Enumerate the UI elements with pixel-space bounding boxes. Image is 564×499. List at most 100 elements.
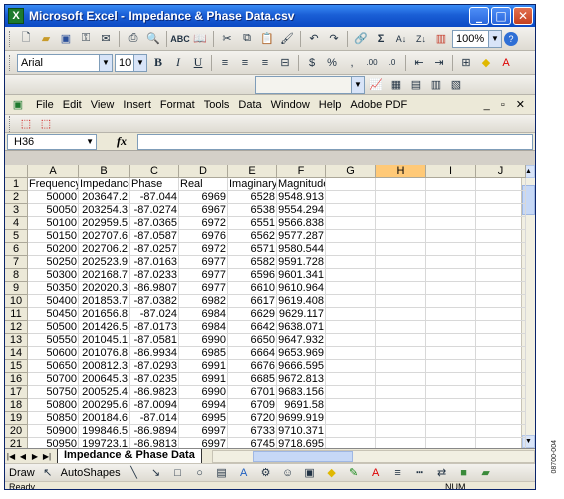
table-cell[interactable] [376,347,426,360]
column-header-h[interactable]: H [376,165,426,178]
copy-icon[interactable]: ⧉ [238,30,256,48]
table-cell[interactable] [426,399,476,412]
table-cell[interactable]: 50500 [28,321,79,334]
table-cell[interactable]: 9666.595 [277,360,326,373]
table-cell[interactable]: 6994 [179,399,228,412]
column-header-e[interactable]: E [228,165,277,178]
arrow-style-icon[interactable]: ⇄ [433,464,451,482]
table-cell[interactable] [376,334,426,347]
column-header-j[interactable]: J [476,165,526,178]
table-cell[interactable] [476,204,526,217]
column-header-f[interactable]: F [277,165,326,178]
align-left-icon[interactable]: ≡ [216,54,234,72]
table-cell[interactable] [426,282,476,295]
row-header[interactable]: 2 [5,191,28,204]
table-cell[interactable] [326,412,376,425]
minimize-button[interactable]: _ [469,7,489,25]
table-cell[interactable]: 50400 [28,295,79,308]
maximize-button[interactable]: □ [491,7,511,25]
table-cell[interactable] [376,217,426,230]
table-cell[interactable]: 6701 [228,386,277,399]
horizontal-scrollbar[interactable] [211,449,535,463]
table-cell[interactable]: 6629 [228,308,277,321]
table-cell[interactable]: -87.0274 [130,204,179,217]
header-cell[interactable]: Imaginary [228,178,277,191]
table-cell[interactable]: 202168.7 [79,269,130,282]
percent-icon[interactable]: % [323,54,341,72]
table-cell[interactable] [376,373,426,386]
save-icon[interactable]: ▣ [57,30,75,48]
print-icon[interactable]: ⎙ [124,30,142,48]
pivot-icon[interactable]: ▧ [447,76,465,94]
table-cell[interactable] [426,269,476,282]
textbox-icon[interactable]: ▤ [213,464,231,482]
new-icon[interactable]: 🗋 [17,30,35,48]
row-header[interactable]: 9 [5,282,28,295]
row-header[interactable]: 16 [5,373,28,386]
table-cell[interactable]: 6982 [179,295,228,308]
select-all-corner[interactable] [5,165,28,178]
table-cell[interactable] [326,243,376,256]
header-cell[interactable] [376,178,426,191]
row-header[interactable]: 12 [5,321,28,334]
column-header-b[interactable]: B [79,165,130,178]
table-cell[interactable] [476,412,526,425]
table-cell[interactable] [326,334,376,347]
oval-icon[interactable]: ○ [191,464,209,482]
table-cell[interactable]: 6984 [179,321,228,334]
table-cell[interactable]: 199723.1 [79,438,130,448]
table-cell[interactable] [476,438,526,448]
table-cell[interactable]: 50300 [28,269,79,282]
table-cell[interactable]: 6582 [228,256,277,269]
header-cell[interactable]: Phase [130,178,179,191]
table-icon[interactable]: ▦ [387,76,405,94]
table-cell[interactable]: -86.9813 [130,438,179,448]
table-cell[interactable]: 6984 [179,308,228,321]
table-cell[interactable]: 200184.6 [79,412,130,425]
column-header-a[interactable]: A [28,165,79,178]
spelling-icon[interactable]: ABC [170,30,190,48]
table-cell[interactable] [426,204,476,217]
table-cell[interactable]: 50000 [28,191,79,204]
print-preview-icon[interactable]: 🔍 [144,30,162,48]
table-cell[interactable] [376,438,426,448]
row-header[interactable]: 6 [5,243,28,256]
table-cell[interactable]: 6720 [228,412,277,425]
table-cell[interactable]: -87.0094 [130,399,179,412]
font-color-icon[interactable]: A [367,464,385,482]
table-cell[interactable]: -87.024 [130,308,179,321]
table-cell[interactable] [426,308,476,321]
toolbar-dropdown[interactable]: ▼ [255,75,365,94]
sort-ascending-icon[interactable]: A↓ [392,30,410,48]
row-header[interactable]: 3 [5,204,28,217]
table-cell[interactable]: 6972 [179,243,228,256]
excel-app-icon[interactable]: X [8,8,24,24]
fill-color-icon[interactable]: ◆ [477,54,495,72]
chevron-down-icon[interactable]: ▼ [488,30,501,47]
table-cell[interactable]: 9638.071 [277,321,326,334]
name-box[interactable]: H36 ▼ [7,133,97,150]
table-cell[interactable]: 50200 [28,243,79,256]
table-cell[interactable] [376,360,426,373]
table-cell[interactable]: 50900 [28,425,79,438]
document-window-controls[interactable]: _ ▫ ✕ [484,98,529,111]
chevron-down-icon[interactable]: ▼ [133,54,146,71]
table-cell[interactable]: 200295.6 [79,399,130,412]
table-cell[interactable] [376,191,426,204]
table-cell[interactable]: 6664 [228,347,277,360]
table-cell[interactable]: 50350 [28,282,79,295]
align-right-icon[interactable]: ≡ [256,54,274,72]
table-cell[interactable]: 6650 [228,334,277,347]
table-cell[interactable] [426,243,476,256]
row-header[interactable]: 21 [5,438,28,448]
table-cell[interactable]: 9566.838 [277,217,326,230]
table-cell[interactable]: 9619.408 [277,295,326,308]
table-cell[interactable]: 201076.8 [79,347,130,360]
hyperlink-icon[interactable]: 🔗 [352,30,370,48]
table-cell[interactable] [426,321,476,334]
sort-descending-icon[interactable]: Z↓ [412,30,430,48]
table-cell[interactable]: 9718.695 [277,438,326,448]
table-cell[interactable] [376,308,426,321]
table-cell[interactable]: -87.0365 [130,217,179,230]
table-cell[interactable] [476,217,526,230]
